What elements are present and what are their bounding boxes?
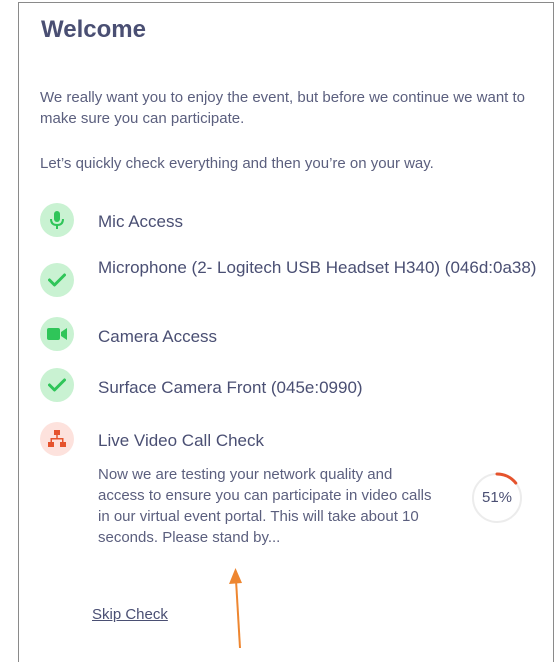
skip-check-link[interactable]: Skip Check — [92, 606, 168, 623]
checkmark-icon — [48, 378, 66, 392]
check-status-mic-access — [40, 203, 74, 237]
check-status-live-video-call — [40, 422, 74, 456]
progress-percentage: 51% — [481, 489, 513, 506]
check-status-microphone-device — [40, 263, 74, 297]
intro-text: We really want you to enjoy the event, b… — [40, 89, 526, 127]
check-label-mic-access: Mic Access — [98, 212, 184, 231]
check-label-microphone-device: Microphone (2- Logitech USB Headset H340… — [98, 258, 537, 277]
check-label-live-video-call: Live Video Call Check — [98, 431, 264, 450]
progress-ring: 51% — [470, 471, 524, 525]
checkmark-icon — [48, 273, 66, 287]
welcome-panel: Welcome We really want you to enjoy the … — [18, 2, 554, 662]
check-status-camera-device — [40, 368, 74, 402]
network-icon — [48, 430, 66, 447]
annotation-arrow-icon — [229, 568, 242, 649]
microphone-icon — [50, 211, 64, 229]
page-title: Welcome — [41, 16, 146, 43]
live-check-description: Now we are testing your network quality … — [98, 466, 432, 546]
instruction-text: Let’s quickly check everything and then … — [40, 155, 434, 172]
check-label-camera-access: Camera Access — [98, 327, 218, 346]
check-label-camera-device: Surface Camera Front (045e:0990) — [98, 378, 363, 397]
check-status-camera-access — [40, 317, 74, 351]
video-camera-icon — [47, 328, 67, 340]
